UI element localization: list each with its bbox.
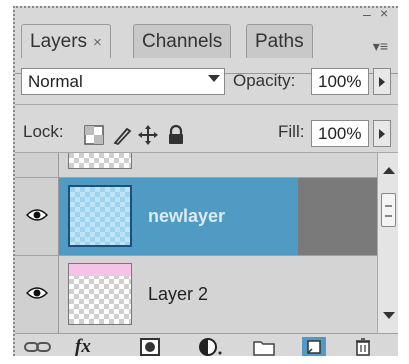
visibility-cell[interactable]	[15, 178, 59, 255]
fill-label: Fill:	[278, 122, 305, 141]
scroll-down-icon[interactable]	[383, 312, 395, 319]
layer-row-newlayer[interactable]: newlayer	[15, 178, 377, 256]
panel-tabs: Layers × Channels Paths	[15, 24, 398, 74]
tab-layers[interactable]: Layers ×	[21, 24, 111, 58]
layer-thumbnail	[68, 153, 132, 169]
visibility-cell[interactable]	[15, 256, 59, 333]
trash-icon[interactable]	[353, 337, 373, 356]
close-icon[interactable]: ×	[380, 8, 388, 21]
layer-row[interactable]	[15, 153, 377, 178]
lock-position-icon[interactable]	[137, 124, 159, 146]
link-layers-icon[interactable]	[23, 337, 53, 356]
fill-slider-button[interactable]	[373, 120, 391, 147]
chevron-down-icon	[208, 75, 220, 82]
tab-channels[interactable]: Channels	[133, 24, 232, 58]
opacity-input[interactable]: 100%	[311, 68, 369, 95]
layer-row-tail	[298, 178, 377, 255]
new-layer-icon[interactable]	[302, 337, 326, 356]
layer-mask-icon[interactable]	[139, 337, 161, 356]
lock-brush-icon[interactable]	[111, 124, 133, 146]
scroll-up-icon[interactable]	[383, 167, 395, 174]
layers-bottom-toolbar: fx	[15, 333, 398, 356]
lock-label: Lock:	[23, 122, 64, 141]
thumbnail-pink-band	[69, 264, 131, 276]
adjustment-layer-icon[interactable]	[198, 337, 224, 356]
layer-thumbnail	[68, 263, 132, 325]
eye-icon	[26, 287, 48, 299]
layers-scrollbar[interactable]	[377, 153, 398, 333]
lock-transparent-icon[interactable]	[83, 124, 105, 146]
layer-thumbnail	[68, 185, 132, 247]
layer-name[interactable]: newlayer	[148, 206, 225, 227]
tab-paths[interactable]: Paths	[246, 24, 313, 58]
lock-all-icon[interactable]	[165, 124, 187, 146]
scroll-thumb[interactable]	[381, 193, 396, 227]
layer-name[interactable]: Layer 2	[148, 284, 208, 305]
eye-icon	[26, 209, 48, 221]
fx-icon[interactable]: fx	[75, 337, 91, 357]
layers-panel: – × Layers × Channels Paths ▾≡ Normal Opa…	[13, 6, 398, 356]
divider	[15, 104, 398, 105]
tab-close-icon[interactable]: ×	[93, 34, 102, 51]
new-group-icon[interactable]	[252, 337, 276, 356]
fill-input[interactable]: 100%	[311, 120, 369, 147]
opacity-slider-button[interactable]	[373, 68, 391, 95]
blend-mode-value: Normal	[28, 72, 83, 91]
layers-list: newlayer Layer 2	[15, 153, 377, 333]
visibility-cell[interactable]	[15, 153, 59, 177]
blend-mode-select[interactable]: Normal	[21, 68, 225, 95]
tab-paths-label: Paths	[255, 31, 304, 52]
tab-channels-label: Channels	[142, 31, 223, 52]
panel-menu-icon[interactable]: ▾≡	[373, 38, 388, 55]
minimize-icon[interactable]: –	[363, 8, 371, 22]
opacity-label: Opacity:	[233, 71, 296, 90]
tab-layers-label: Layers	[30, 31, 88, 52]
layer-row-layer-2[interactable]: Layer 2	[15, 256, 377, 333]
